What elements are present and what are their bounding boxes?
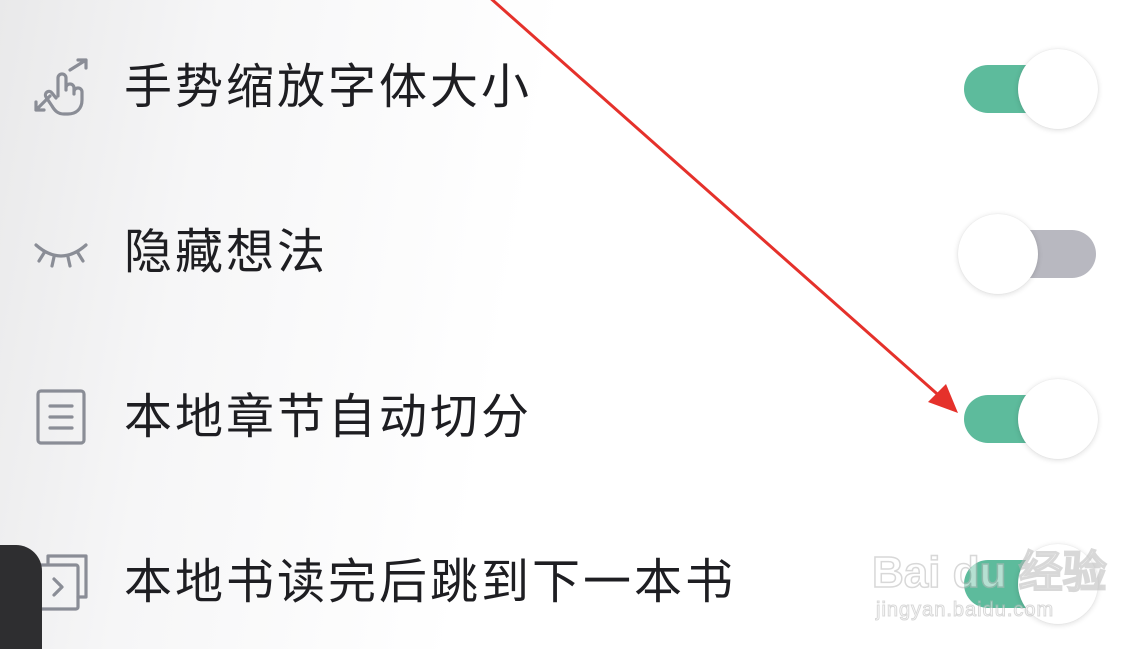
reading-settings-list: 手势缩放字体大小 隐藏想法 本地章节自动切分 本地书读完后跳到下一本书 xyxy=(0,0,1141,649)
setting-row-hide-thoughts[interactable]: 隐藏想法 xyxy=(0,192,1141,312)
toggle-knob xyxy=(1018,379,1098,459)
pinch-zoom-toggle[interactable] xyxy=(962,49,1102,129)
auto-split-chapters-toggle[interactable] xyxy=(962,379,1102,459)
closed-eye-icon xyxy=(30,221,92,283)
jump-next-book-toggle[interactable] xyxy=(962,544,1102,624)
setting-label: 本地书读完后跳到下一本书 xyxy=(124,554,737,610)
setting-row-auto-split-chapters[interactable]: 本地章节自动切分 xyxy=(0,357,1141,477)
setting-label: 隐藏想法 xyxy=(124,224,329,280)
setting-row-jump-next-book[interactable]: 本地书读完后跳到下一本书 xyxy=(0,522,1141,642)
pinch-zoom-gesture-icon xyxy=(30,56,92,118)
hide-thoughts-toggle[interactable] xyxy=(958,214,1102,294)
side-drawer-handle[interactable] xyxy=(0,545,42,649)
toggle-knob xyxy=(1018,544,1098,624)
setting-label: 手势缩放字体大小 xyxy=(124,59,533,115)
setting-row-pinch-zoom-font[interactable]: 手势缩放字体大小 xyxy=(0,27,1141,147)
chapter-list-icon xyxy=(30,386,92,448)
toggle-knob xyxy=(958,214,1038,294)
toggle-knob xyxy=(1018,49,1098,129)
setting-label: 本地章节自动切分 xyxy=(124,389,533,445)
